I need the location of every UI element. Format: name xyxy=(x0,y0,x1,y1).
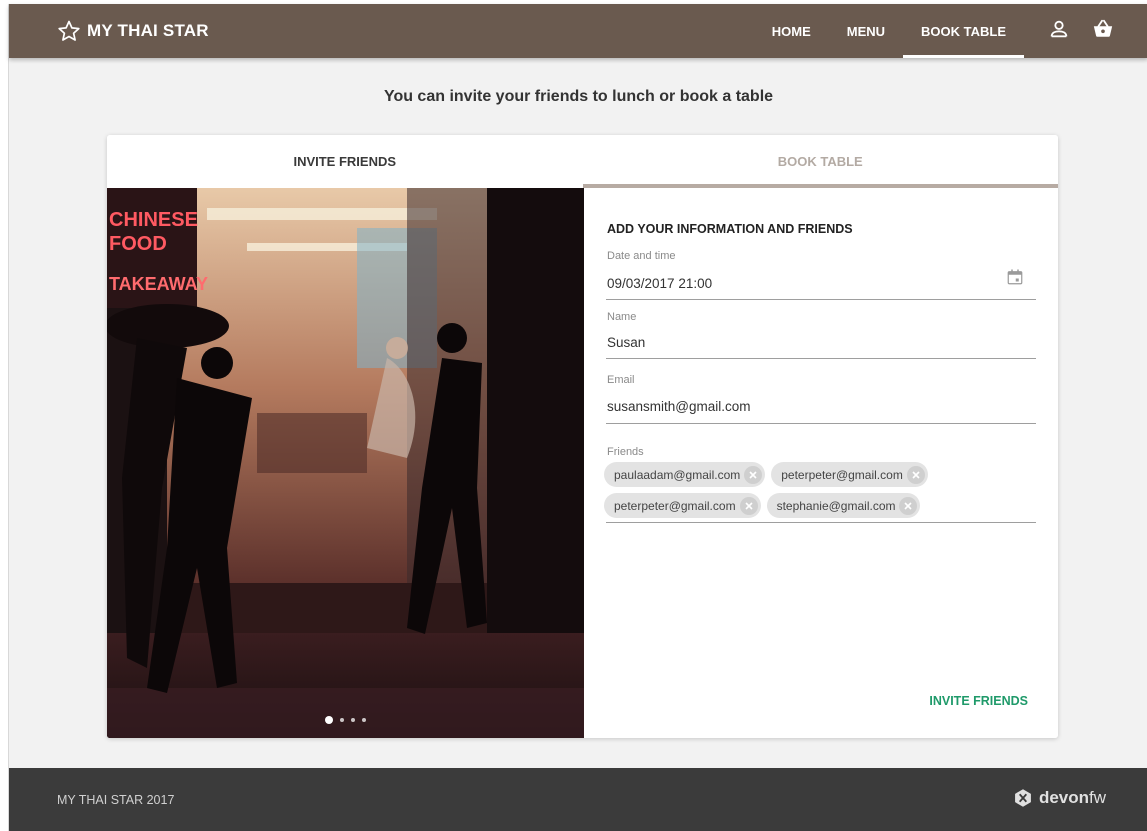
brand-logo[interactable]: MY THAI STAR xyxy=(57,18,209,44)
restaurant-photo-carousel: CHINESE FOOD TAKEAWAY xyxy=(107,188,584,738)
user-icon[interactable] xyxy=(1048,18,1070,40)
name-value[interactable]: Susan xyxy=(607,335,645,350)
sign-chinese: CHINESE xyxy=(109,209,198,231)
booking-tabs: INVITE FRIENDS BOOK TABLE xyxy=(107,135,1058,188)
friends-label: Friends xyxy=(607,446,644,458)
nav-book-table-label: BOOK TABLE xyxy=(921,23,1006,39)
date-time-label: Date and time xyxy=(607,250,676,262)
nav-menu[interactable]: MENU xyxy=(829,4,903,58)
brand-name: MY THAI STAR xyxy=(87,21,209,40)
page: MY THAI STAR HOME MENU BOOK TABLE You ca… xyxy=(8,4,1147,831)
nav-home-label: HOME xyxy=(771,23,811,39)
carousel-dots xyxy=(107,716,584,724)
date-time-field[interactable]: Date and time 09/03/2017 21:00 xyxy=(606,250,1036,300)
star-icon xyxy=(58,20,80,41)
restaurant-photo: CHINESE FOOD TAKEAWAY xyxy=(107,188,584,738)
form-title: ADD YOUR INFORMATION AND FRIENDS xyxy=(607,222,853,236)
name-label: Name xyxy=(607,311,637,323)
friend-chip[interactable]: peterpeter@gmail.com xyxy=(771,462,928,487)
chip-remove-icon[interactable] xyxy=(906,465,925,484)
nav-book-table[interactable]: BOOK TABLE xyxy=(903,4,1024,58)
sign-takeaway: TAKEAWAY xyxy=(109,274,208,294)
app-footer: MY THAI STAR 2017 devonfw xyxy=(9,768,1147,831)
friend-chip-label: stephanie@gmail.com xyxy=(776,498,896,513)
main-nav: HOME MENU BOOK TABLE xyxy=(754,4,1024,58)
carousel-dot[interactable] xyxy=(362,718,366,722)
tab-invite-label: INVITE FRIENDS xyxy=(293,154,397,169)
booking-card: INVITE FRIENDS BOOK TABLE CHINESE FOOD T… xyxy=(107,135,1058,738)
devonfw-logo[interactable]: devonfw xyxy=(1013,788,1106,808)
chip-remove-icon[interactable] xyxy=(744,465,763,484)
email-field[interactable]: Email susansmith@gmail.com xyxy=(606,374,1036,424)
friend-chip-label: peterpeter@gmail.com xyxy=(781,467,903,482)
tab-invite-friends[interactable]: INVITE FRIENDS xyxy=(107,135,583,188)
friend-chip[interactable]: paulaadam@gmail.com xyxy=(604,462,766,487)
friend-chip-label: paulaadam@gmail.com xyxy=(614,467,741,482)
nav-menu-label: MENU xyxy=(846,23,886,39)
carousel-dot[interactable] xyxy=(351,718,355,722)
sign-food: FOOD xyxy=(109,233,167,255)
logo-text-fw: fw xyxy=(1089,788,1106,807)
cart-icon[interactable] xyxy=(1092,18,1114,40)
email-value[interactable]: susansmith@gmail.com xyxy=(607,399,751,414)
chip-remove-icon[interactable] xyxy=(739,496,758,515)
chip-remove-icon[interactable] xyxy=(899,496,918,515)
date-time-value[interactable]: 09/03/2017 21:00 xyxy=(607,276,712,291)
carousel-dot[interactable] xyxy=(340,718,344,722)
logo-text-devon: devon xyxy=(1038,788,1089,807)
calendar-icon[interactable] xyxy=(1006,268,1024,286)
tab-book-label: BOOK TABLE xyxy=(777,154,863,169)
friends-field[interactable]: Friends paulaadam@gmail.com peterpeter@g… xyxy=(604,446,1036,523)
name-field[interactable]: Name Susan xyxy=(606,311,1036,359)
tab-book-table[interactable]: BOOK TABLE xyxy=(582,135,1059,188)
app-header: MY THAI STAR HOME MENU BOOK TABLE xyxy=(9,4,1147,58)
devonfw-logo-text: devonfw xyxy=(1039,788,1106,808)
friend-chip[interactable]: peterpeter@gmail.com xyxy=(604,493,761,518)
carousel-dot[interactable] xyxy=(325,716,333,724)
invite-friends-button[interactable]: INVITE FRIENDS xyxy=(929,694,1028,708)
page-subtitle: You can invite your friends to lunch or … xyxy=(383,88,774,105)
nav-home[interactable]: HOME xyxy=(754,4,829,58)
header-actions xyxy=(1048,18,1114,40)
friends-chips: paulaadam@gmail.com peterpeter@gmail.com… xyxy=(604,462,1034,518)
invite-form: ADD YOUR INFORMATION AND FRIENDS Date an… xyxy=(584,188,1058,738)
email-label: Email xyxy=(607,374,635,386)
friend-chip-label: peterpeter@gmail.com xyxy=(614,498,736,513)
footer-copyright: MY THAI STAR 2017 xyxy=(57,793,175,807)
devonfw-logo-icon xyxy=(1015,789,1031,807)
friend-chip[interactable]: stephanie@gmail.com xyxy=(766,493,921,518)
